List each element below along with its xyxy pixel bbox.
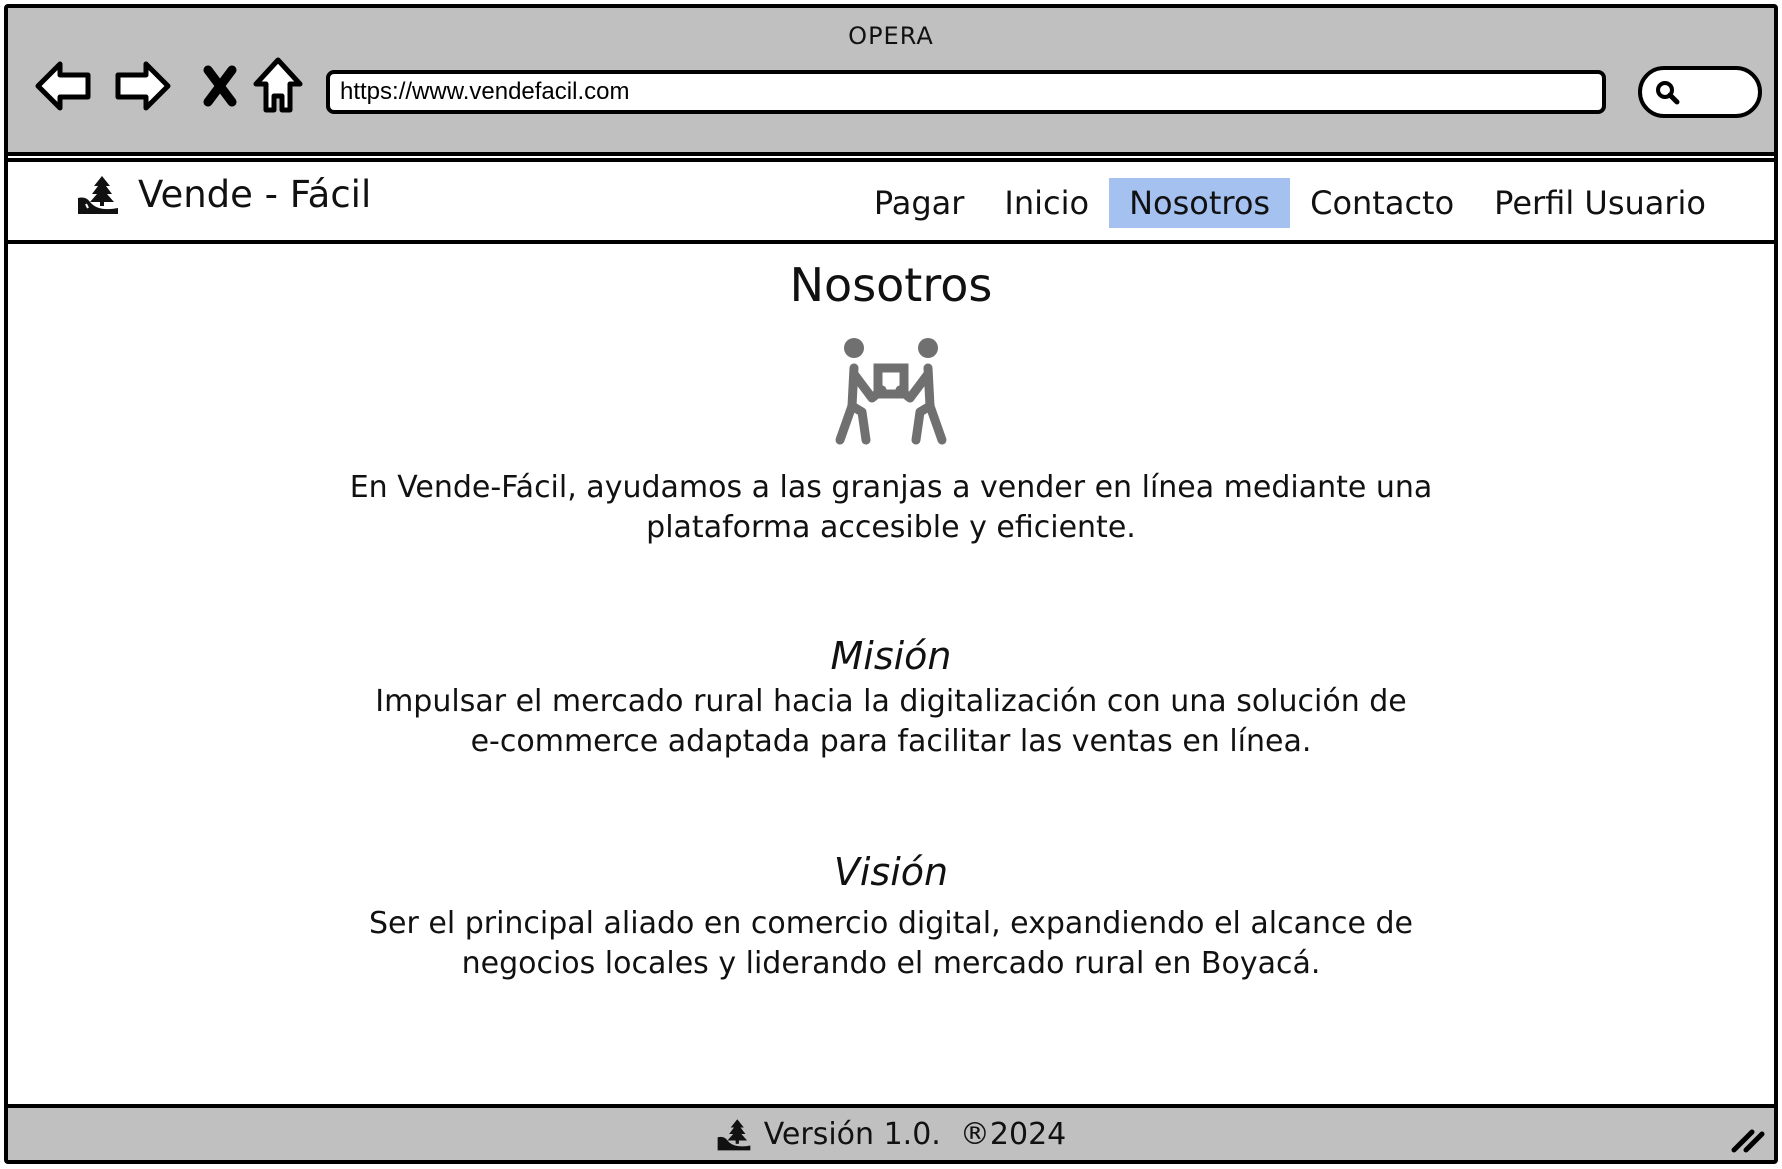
forward-arrow-icon bbox=[115, 61, 171, 111]
vision-heading: Visión bbox=[833, 850, 949, 894]
url-bar[interactable]: https://www.vendefacil.com bbox=[326, 70, 1606, 114]
site-header: Vende - Fácil Pagar Inicio Nosotros Cont… bbox=[8, 158, 1774, 244]
stop-button[interactable] bbox=[188, 54, 252, 118]
mission-text: Impulsar el mercado rural hacia la digit… bbox=[8, 682, 1774, 762]
url-text: https://www.vendefacil.com bbox=[340, 78, 630, 105]
back-button[interactable] bbox=[32, 54, 96, 118]
close-icon bbox=[203, 65, 237, 107]
intro-line: plataforma accesible y eficiente. bbox=[646, 510, 1136, 545]
menu-item-pagar[interactable]: Pagar bbox=[854, 178, 985, 228]
vision-line: Ser el principal aliado en comercio digi… bbox=[369, 906, 1413, 941]
brand[interactable]: Vende - Fácil bbox=[76, 172, 371, 216]
browser-window: OPERA https://www.vendefacil.com Vende -… bbox=[4, 4, 1778, 1164]
back-arrow-icon bbox=[35, 61, 91, 111]
people-carrying-box-icon bbox=[8, 334, 1774, 450]
mission-line: e-commerce adaptada para facilitar las v… bbox=[470, 724, 1312, 759]
resize-grip-icon[interactable] bbox=[1730, 1124, 1766, 1154]
browser-search-button[interactable] bbox=[1638, 66, 1762, 118]
footer-version: Versión 1.0. ®2024 bbox=[763, 1116, 1067, 1152]
footer: Versión 1.0. ®2024 bbox=[8, 1104, 1774, 1160]
browser-chrome: OPERA https://www.vendefacil.com bbox=[8, 8, 1774, 156]
main-content: Nosotros En Vende-Fácil, ayudamos a las … bbox=[8, 244, 1774, 984]
farm-logo-icon bbox=[78, 176, 118, 214]
menu-item-inicio[interactable]: Inicio bbox=[984, 178, 1109, 228]
search-icon bbox=[1656, 81, 1680, 105]
intro-line: En Vende-Fácil, ayudamos a las granjas a… bbox=[349, 470, 1433, 505]
home-button[interactable] bbox=[246, 54, 310, 118]
browser-title: OPERA bbox=[848, 22, 934, 50]
menu-item-contacto[interactable]: Contacto bbox=[1290, 178, 1474, 228]
page-title: Nosotros bbox=[789, 258, 993, 312]
main-menu: Pagar Inicio Nosotros Contacto Perfil Us… bbox=[854, 178, 1726, 228]
intro-paragraph: En Vende-Fácil, ayudamos a las granjas a… bbox=[8, 468, 1774, 548]
brand-name: Vende - Fácil bbox=[138, 172, 372, 216]
vision-text: Ser el principal aliado en comercio digi… bbox=[8, 904, 1774, 984]
forward-button[interactable] bbox=[110, 54, 174, 118]
mission-section: Misión Impulsar el mercado rural hacia l… bbox=[8, 634, 1774, 762]
mission-line: Impulsar el mercado rural hacia la digit… bbox=[375, 684, 1407, 719]
vision-line: negocios locales y liderando el mercado … bbox=[461, 946, 1321, 981]
menu-item-perfil-usuario[interactable]: Perfil Usuario bbox=[1474, 178, 1726, 228]
farm-logo-icon bbox=[717, 1119, 751, 1151]
vision-section: Visión Ser el principal aliado en comerc… bbox=[8, 850, 1774, 984]
home-icon bbox=[253, 57, 303, 113]
menu-item-nosotros[interactable]: Nosotros bbox=[1109, 178, 1291, 228]
mission-heading: Misión bbox=[830, 634, 952, 678]
